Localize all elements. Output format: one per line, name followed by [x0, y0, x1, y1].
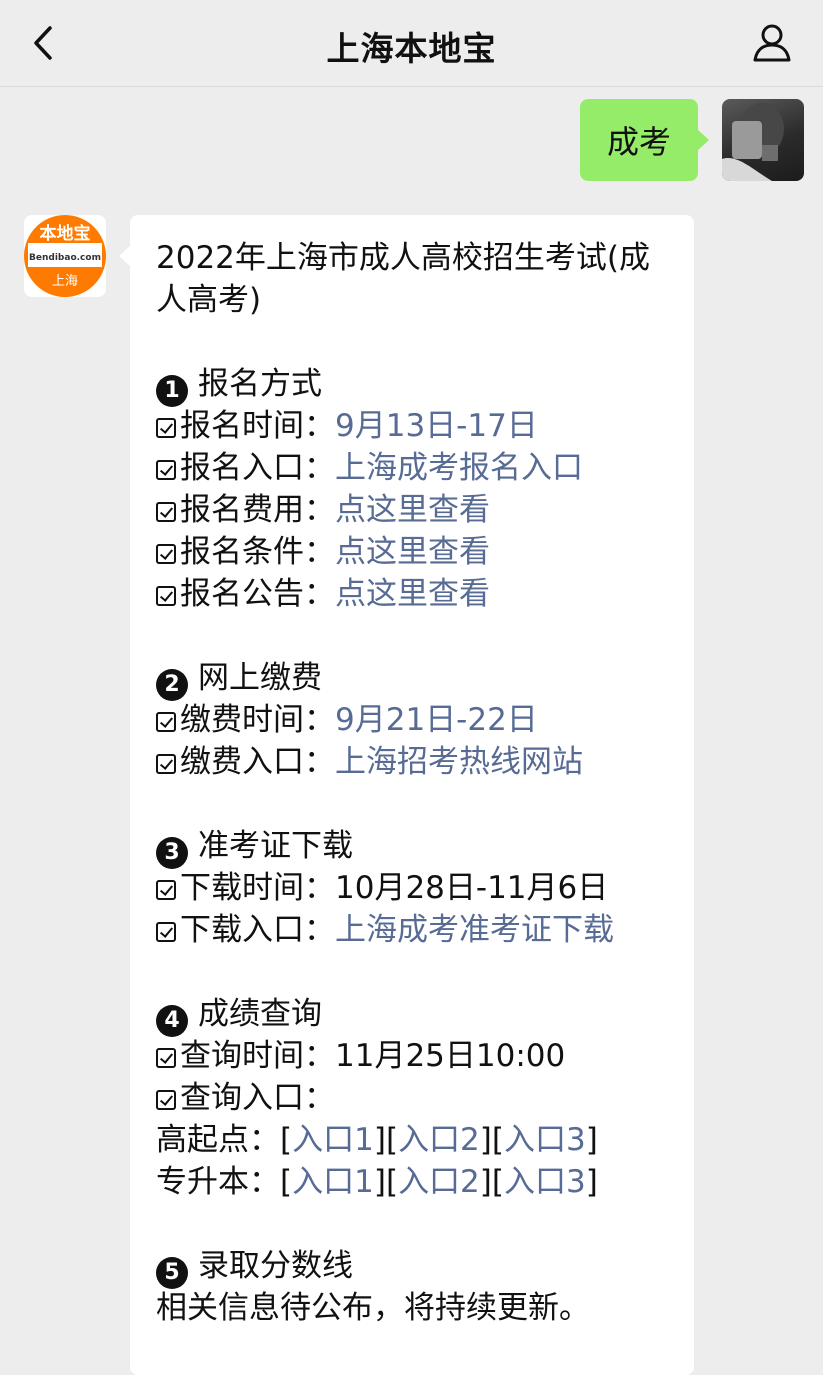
row-label: 缴费时间： — [180, 702, 335, 738]
user-avatar[interactable] — [722, 99, 804, 181]
row-link[interactable]: 上海招考热线网站 — [335, 744, 583, 780]
row-label: 报名费用： — [180, 492, 335, 528]
section-number-badge: 5 — [156, 1257, 188, 1289]
entry-link[interactable]: 入口2 — [398, 1122, 480, 1158]
row-value: 11月25日10:00 — [335, 1038, 566, 1074]
section-heading-text: 网上缴费 — [198, 660, 322, 696]
row-label: 报名入口： — [180, 450, 335, 486]
info-row: 缴费时间：9月21日-22日 — [156, 699, 676, 741]
section-heading-text: 成绩查询 — [198, 996, 322, 1032]
section-heading-text: 报名方式 — [198, 366, 322, 402]
row-link[interactable]: 上海成考准考证下载 — [335, 912, 614, 948]
row-label: 下载入口： — [180, 912, 335, 948]
section-heading: 2 网上缴费 — [156, 657, 676, 701]
entry-link[interactable]: 入口3 — [504, 1164, 586, 1200]
info-row: 查询入口： — [156, 1077, 676, 1119]
entry-link[interactable]: 入口1 — [292, 1164, 374, 1200]
row-label: 报名条件： — [180, 534, 335, 570]
section-heading-text: 准考证下载 — [198, 828, 353, 864]
section-heading: 5 录取分数线 — [156, 1245, 676, 1289]
section-number-badge: 4 — [156, 1005, 188, 1037]
info-row: 报名条件：点这里查看 — [156, 531, 676, 573]
message-title: 2022年上海市成人高校招生考试(成人高考) — [156, 240, 650, 318]
checkbox-icon — [156, 1048, 176, 1068]
row-link[interactable]: 9月13日-17日 — [335, 408, 538, 444]
entry-link[interactable]: 入口3 — [504, 1122, 586, 1158]
row-link[interactable]: 上海成考报名入口 — [335, 450, 583, 486]
entry-label: 高起点： — [156, 1122, 280, 1158]
top-bar: 上海本地宝 — [0, 0, 823, 87]
checkbox-icon — [156, 922, 176, 942]
entry-row: 高起点：[入口1][入口2][入口3] — [156, 1122, 598, 1158]
entry-link[interactable]: 入口1 — [292, 1122, 374, 1158]
page-title: 上海本地宝 — [326, 29, 497, 68]
row-link[interactable]: 9月21日-22日 — [335, 702, 538, 738]
section-heading: 3 准考证下载 — [156, 825, 676, 869]
checkbox-icon — [156, 586, 176, 606]
row-label: 下载时间： — [180, 870, 335, 906]
info-row: 查询时间：11月25日10:00 — [156, 1035, 676, 1077]
incoming-message-bubble: 2022年上海市成人高校招生考试(成人高考) 1 报名方式 报名时间：9月13日-1… — [119, 215, 694, 1375]
outgoing-message-text: 成考 — [606, 123, 671, 161]
bendibao-logo: 本地宝 Bendibao.com 上海 — [24, 215, 106, 297]
checkbox-icon — [156, 460, 176, 480]
row-label: 查询时间： — [180, 1038, 335, 1074]
section-number-badge: 3 — [156, 837, 188, 869]
section-heading: 1 报名方式 — [156, 363, 676, 407]
info-row: 报名费用：点这里查看 — [156, 489, 676, 531]
section-note: 相关信息待公布，将持续更新。 — [156, 1290, 590, 1326]
row-label: 查询入口： — [180, 1080, 335, 1116]
section-heading: 4 成绩查询 — [156, 993, 676, 1037]
user-icon — [753, 24, 791, 62]
entry-label: 专升本： — [156, 1164, 280, 1200]
info-row: 下载入口：上海成考准考证下载 — [156, 909, 676, 951]
checkbox-icon — [156, 880, 176, 900]
checkbox-icon — [156, 754, 176, 774]
entry-link[interactable]: 入口2 — [398, 1164, 480, 1200]
section-heading-text: 录取分数线 — [198, 1248, 353, 1284]
row-value: 10月28日-11月6日 — [335, 870, 609, 906]
section-number-badge: 2 — [156, 669, 188, 701]
info-row: 缴费入口：上海招考热线网站 — [156, 741, 676, 783]
info-row: 下载时间：10月28日-11月6日 — [156, 867, 676, 909]
checkbox-icon — [156, 1090, 176, 1110]
bot-avatar[interactable]: 本地宝 Bendibao.com 上海 — [24, 215, 106, 297]
checkbox-icon — [156, 712, 176, 732]
checkbox-icon — [156, 418, 176, 438]
row-label: 报名公告： — [180, 576, 335, 612]
entry-row: 专升本：[入口1][入口2][入口3] — [156, 1164, 598, 1200]
message-body: 2022年上海市成人高校招生考试(成人高考) 1 报名方式 报名时间：9月13日-1… — [156, 237, 676, 1329]
checkbox-icon — [156, 544, 176, 564]
svg-text:上海: 上海 — [52, 274, 78, 289]
outgoing-message-bubble[interactable]: 成考 — [580, 99, 709, 181]
row-link[interactable]: 点这里查看 — [335, 492, 490, 528]
checkbox-icon — [156, 502, 176, 522]
row-label: 报名时间： — [180, 408, 335, 444]
info-row: 报名公告：点这里查看 — [156, 573, 676, 615]
section-number-badge: 1 — [156, 375, 188, 407]
row-link[interactable]: 点这里查看 — [335, 534, 490, 570]
user-photo — [722, 103, 784, 181]
svg-text:Bendibao.com: Bendibao.com — [29, 253, 101, 263]
row-label: 缴费入口： — [180, 744, 335, 780]
info-row: 报名时间：9月13日-17日 — [156, 405, 676, 447]
svg-text:本地宝: 本地宝 — [40, 223, 91, 244]
profile-button[interactable] — [749, 20, 795, 66]
info-row: 报名入口：上海成考报名入口 — [156, 447, 676, 489]
row-link[interactable]: 点这里查看 — [335, 576, 490, 612]
